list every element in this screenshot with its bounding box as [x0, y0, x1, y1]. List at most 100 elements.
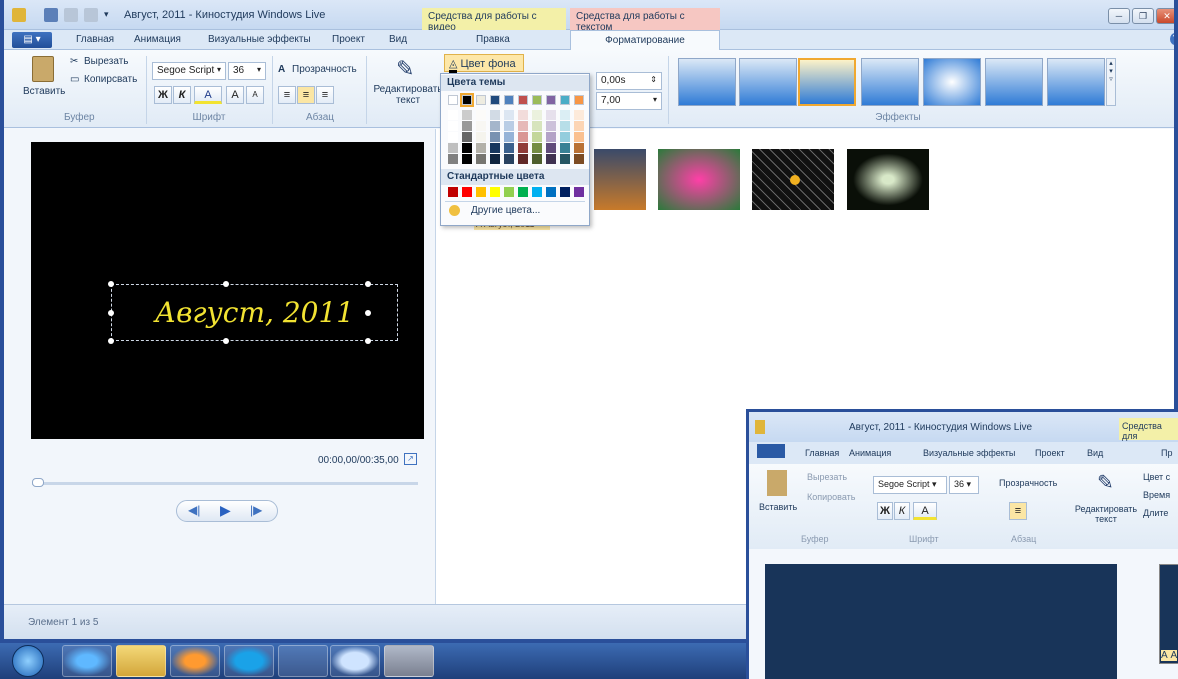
resize-handle[interactable]: [365, 281, 371, 287]
bg-color-button[interactable]: ◬ Цвет фона ▾: [444, 54, 524, 81]
color-swatch-shade[interactable]: [532, 121, 542, 131]
clip-thumbnail[interactable]: [594, 149, 646, 210]
color-swatch-shade[interactable]: [574, 132, 584, 142]
color-swatch-shade[interactable]: [574, 110, 584, 120]
skype-icon[interactable]: [224, 645, 274, 677]
inset-align-center[interactable]: ≡: [1009, 502, 1027, 520]
color-swatch-shade[interactable]: [462, 154, 472, 164]
tab-view[interactable]: Вид: [389, 34, 407, 45]
bold-button[interactable]: Ж: [154, 86, 172, 104]
resize-handle[interactable]: [365, 310, 371, 316]
seek-thumb[interactable]: [32, 478, 44, 487]
color-swatch-shade[interactable]: [560, 143, 570, 153]
edit-text-icon[interactable]: ✎: [1097, 470, 1114, 495]
media-player-icon[interactable]: [170, 645, 220, 677]
clip-thumbnail[interactable]: [658, 149, 740, 210]
inset-tab-view[interactable]: Вид: [1087, 448, 1103, 458]
color-swatch[interactable]: [560, 95, 570, 105]
shrink-font-button[interactable]: A: [246, 86, 264, 104]
copy-button[interactable]: Копирсвать: [84, 74, 137, 85]
edit-text-button[interactable]: Редактировать текст: [370, 84, 446, 106]
context-tab-text[interactable]: Средства для работы с текстом: [570, 8, 720, 33]
inset-copy[interactable]: Копировать: [807, 492, 855, 502]
gallery-scroll[interactable]: ▴ ▾ ▿: [1106, 58, 1116, 106]
close-button[interactable]: ✕: [1156, 8, 1174, 24]
resize-handle[interactable]: [108, 338, 114, 344]
paste-icon[interactable]: [32, 56, 54, 82]
edit-text-icon[interactable]: ✎: [396, 56, 414, 82]
color-swatch-shade[interactable]: [476, 132, 486, 142]
color-swatch-shade[interactable]: [574, 143, 584, 153]
standard-color-swatch[interactable]: [462, 187, 472, 197]
redo-icon[interactable]: [84, 8, 98, 22]
color-swatch-shade[interactable]: [448, 143, 458, 153]
standard-color-swatch[interactable]: [448, 187, 458, 197]
inset-italic-button[interactable]: К: [894, 502, 910, 520]
seek-slider[interactable]: [32, 482, 418, 485]
inset-tab-home[interactable]: Главная: [805, 448, 839, 458]
font-family-select[interactable]: Segoe Script ▾: [152, 62, 226, 80]
color-swatch-shade[interactable]: [476, 121, 486, 131]
inset-duration[interactable]: Длите: [1143, 508, 1168, 518]
standard-color-swatch[interactable]: [518, 187, 528, 197]
save-icon[interactable]: [44, 8, 58, 22]
color-swatch[interactable]: [546, 95, 556, 105]
color-swatch[interactable]: [476, 95, 486, 105]
paste-icon[interactable]: [767, 470, 787, 496]
inset-font-family[interactable]: Segoe Script ▾: [873, 476, 947, 494]
cut-icon[interactable]: ✂: [70, 56, 78, 67]
context-tab-video[interactable]: Средства для работы с видео: [422, 8, 566, 33]
inset-cut[interactable]: Вырезать: [807, 472, 847, 482]
color-swatch-shade[interactable]: [560, 110, 570, 120]
caption-text[interactable]: Август, 2011: [111, 284, 398, 341]
color-swatch-shade[interactable]: [518, 110, 528, 120]
effect-thumbnail[interactable]: [739, 58, 797, 106]
effect-thumbnail[interactable]: [1047, 58, 1105, 106]
color-swatch-shade[interactable]: [490, 154, 500, 164]
previous-frame-icon[interactable]: ◀|: [188, 503, 200, 517]
color-swatch-shade[interactable]: [476, 143, 486, 153]
inset-paste[interactable]: Вставить: [759, 502, 797, 512]
color-swatch-shade[interactable]: [504, 121, 514, 131]
explorer-icon[interactable]: [116, 645, 166, 677]
color-swatch[interactable]: [518, 95, 528, 105]
maximize-button[interactable]: ❐: [1132, 8, 1154, 24]
color-swatch[interactable]: [532, 95, 542, 105]
play-icon[interactable]: ▶: [220, 502, 231, 519]
start-time-field[interactable]: 0,00s ⇕: [596, 72, 662, 90]
color-swatch-shade[interactable]: [546, 132, 556, 142]
color-swatch[interactable]: [448, 95, 458, 105]
color-swatch-shade[interactable]: [490, 110, 500, 120]
color-swatch-shade[interactable]: [518, 121, 528, 131]
clip-thumbnail[interactable]: [847, 149, 929, 210]
tab-project[interactable]: Проект: [332, 34, 365, 45]
duration-field[interactable]: 7,00 ▾: [596, 92, 662, 110]
inset-bold-button[interactable]: Ж: [877, 502, 893, 520]
tab-edit[interactable]: Правка: [476, 34, 510, 45]
color-swatch-shade[interactable]: [448, 121, 458, 131]
color-swatch-shade[interactable]: [560, 154, 570, 164]
color-swatch-shade[interactable]: [532, 154, 542, 164]
inset-tab-partial[interactable]: Пр: [1161, 448, 1172, 458]
start-button[interactable]: [12, 645, 44, 677]
color-swatch-shade[interactable]: [546, 121, 556, 131]
file-menu-button[interactable]: [757, 444, 785, 458]
tab-home[interactable]: Главная: [76, 34, 114, 45]
video-preview[interactable]: Август, 2011: [31, 142, 424, 439]
help-icon[interactable]: ?: [1170, 33, 1174, 45]
grow-font-button[interactable]: A: [226, 86, 244, 104]
inset-time[interactable]: Время: [1143, 490, 1170, 500]
color-swatch-shade[interactable]: [462, 110, 472, 120]
standard-color-swatch[interactable]: [546, 187, 556, 197]
ie-icon[interactable]: [62, 645, 112, 677]
color-swatch-shade[interactable]: [462, 143, 472, 153]
color-swatch-shade[interactable]: [476, 110, 486, 120]
color-swatch-shade[interactable]: [490, 132, 500, 142]
file-menu-button[interactable]: ▤ ▾: [12, 32, 52, 48]
tab-visual-effects[interactable]: Визуальные эффекты: [208, 34, 311, 45]
color-swatch-shade[interactable]: [574, 154, 584, 164]
next-frame-icon[interactable]: |▶: [250, 503, 262, 517]
color-swatch[interactable]: [490, 95, 500, 105]
resize-handle[interactable]: [223, 281, 229, 287]
color-swatch[interactable]: [504, 95, 514, 105]
